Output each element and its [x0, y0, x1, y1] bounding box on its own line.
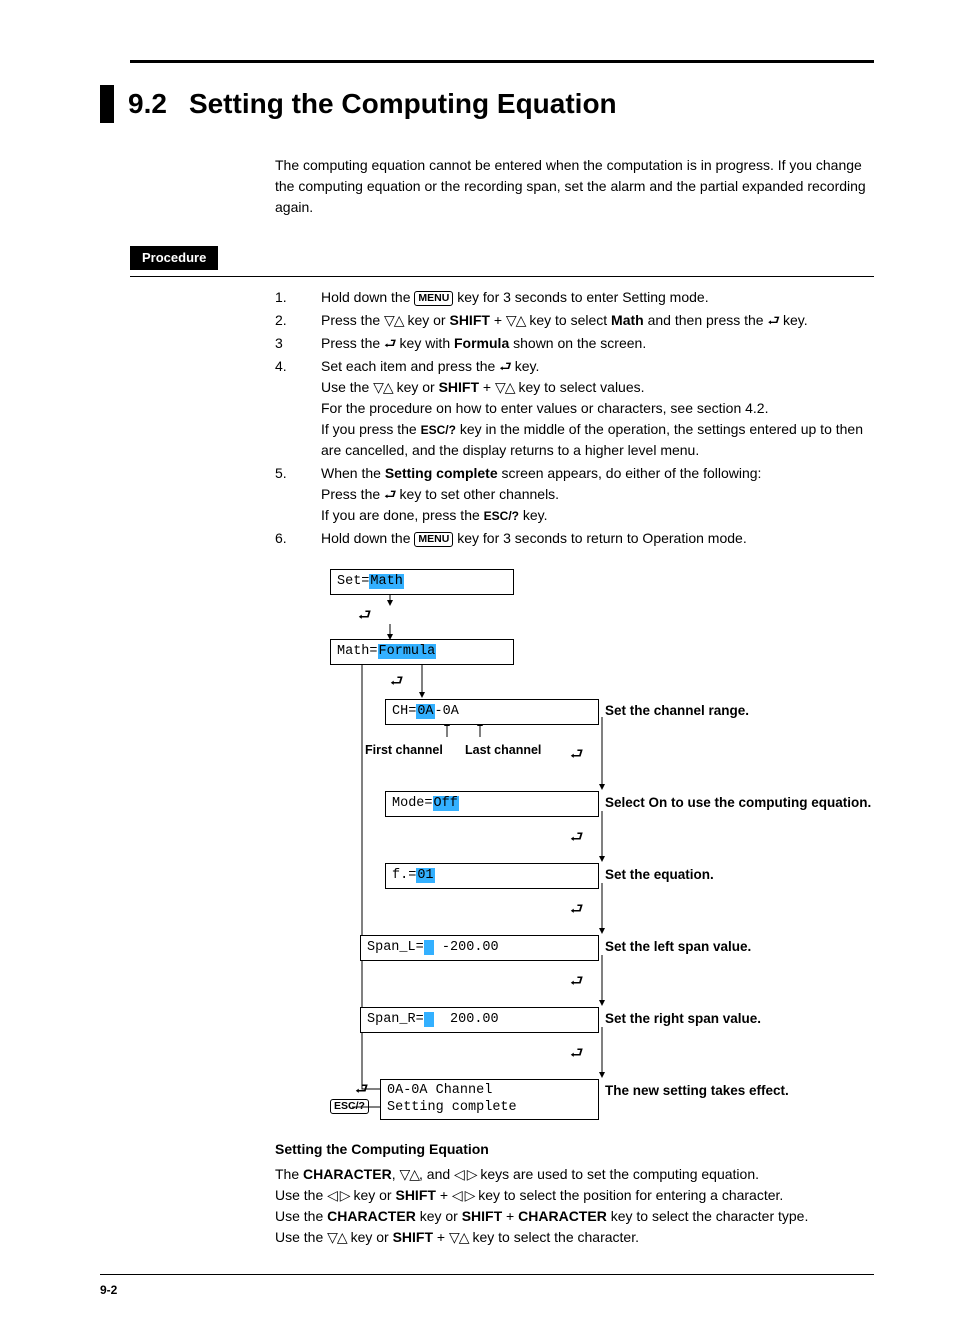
- updown-key-icon: ▽△: [506, 312, 526, 328]
- diagram-note-mode: Select On to use the computing equation.: [605, 793, 871, 813]
- procedure-rule: [130, 276, 874, 277]
- esc-key-icon: ESC/?: [330, 1099, 369, 1115]
- page-title: 9.2 Setting the Computing Equation: [100, 83, 874, 125]
- updown-key-icon: ▽△: [327, 1229, 347, 1245]
- leftright-key-icon: ◁ ▷: [452, 1187, 474, 1203]
- diagram-arrows: [230, 569, 874, 1129]
- updown-key-icon: ▽△: [384, 312, 404, 328]
- procedure-list: 1. Hold down the MENU key for 3 seconds …: [275, 287, 874, 549]
- enter-key-icon: ⮐: [384, 335, 396, 351]
- step-1: 1. Hold down the MENU key for 3 seconds …: [275, 287, 874, 308]
- enter-icon: ⮐: [570, 971, 584, 994]
- bottom-explanation: Setting the Computing Equation The CHARA…: [275, 1139, 874, 1248]
- diagram-note-ch: Set the channel range.: [605, 701, 749, 721]
- updown-key-icon: ▽△: [449, 1229, 469, 1245]
- enter-icon: ⮐: [570, 744, 584, 767]
- intro-paragraph: The computing equation cannot be entered…: [275, 155, 874, 218]
- page-footer: 9-2: [100, 1274, 874, 1299]
- top-rule: [130, 60, 874, 63]
- diagram-box-math: Math=Formula: [330, 639, 514, 665]
- menu-key-icon: MENU: [414, 532, 453, 548]
- updown-key-icon: ▽△: [495, 379, 515, 395]
- diagram-box-f: f.=01: [385, 863, 599, 889]
- bottom-line-1: The CHARACTER, ▽△, and ◁ ▷ keys are used…: [275, 1164, 874, 1185]
- diagram-box-complete: 0A-0A Channel Setting complete: [380, 1079, 599, 1120]
- leftright-key-icon: ◁ ▷: [327, 1187, 349, 1203]
- procedure-label: Procedure: [130, 246, 218, 270]
- section-bar-icon: [100, 85, 114, 123]
- esc-key-label: ESC/?: [421, 423, 456, 437]
- diagram-box-ch: CH=0A-0A: [385, 699, 599, 725]
- enter-icon: ⮐: [390, 671, 404, 694]
- bottom-line-4: Use the ▽△ key or SHIFT + ▽△ key to sele…: [275, 1227, 874, 1248]
- menu-key-icon: MENU: [414, 291, 453, 307]
- diagram-note-last-channel: Last channel: [465, 741, 541, 760]
- step-5: 5. When the Setting complete screen appe…: [275, 463, 874, 526]
- section-number: 9.2: [128, 83, 167, 125]
- enter-key-icon: ⮐: [499, 358, 511, 374]
- bottom-line-3: Use the CHARACTER key or SHIFT + CHARACT…: [275, 1206, 874, 1227]
- enter-icon: ⮐: [355, 1079, 369, 1102]
- enter-icon: ⮐: [570, 899, 584, 922]
- diagram-note-first-channel: First channel: [365, 741, 443, 760]
- step-3: 3 Press the ⮐ key with Formula shown on …: [275, 333, 874, 354]
- diagram-box-spanl: Span_L= -200.00: [360, 935, 599, 961]
- esc-key-label: ESC/?: [484, 509, 519, 523]
- diagram-note-done: The new setting takes effect.: [605, 1081, 789, 1101]
- updown-key-icon: ▽△: [373, 379, 393, 395]
- diagram-note-f: Set the equation.: [605, 865, 714, 885]
- bottom-heading: Setting the Computing Equation: [275, 1139, 874, 1160]
- diagram-box-set: Set=Math: [330, 569, 514, 595]
- diagram-note-spanr: Set the right span value.: [605, 1009, 761, 1029]
- leftright-key-icon: ◁ ▷: [454, 1166, 476, 1182]
- enter-icon: ⮐: [570, 1043, 584, 1066]
- enter-icon: ⮐: [358, 605, 372, 628]
- section-title: Setting the Computing Equation: [189, 83, 617, 125]
- flow-diagram: Set=Math ⮐ Math=Formula ⮐ CH=0A-0A Set t…: [230, 569, 874, 1129]
- diagram-box-spanr: Span_R= 200.00: [360, 1007, 599, 1033]
- bottom-line-2: Use the ◁ ▷ key or SHIFT + ◁ ▷ key to se…: [275, 1185, 874, 1206]
- enter-key-icon: ⮐: [767, 312, 779, 328]
- diagram-box-mode: Mode=Off: [385, 791, 599, 817]
- step-2: 2. Press the ▽△ key or SHIFT + ▽△ key to…: [275, 310, 874, 331]
- updown-key-icon: ▽△: [399, 1166, 419, 1182]
- diagram-note-spanl: Set the left span value.: [605, 937, 751, 957]
- step-4: 4. Set each item and press the ⮐ key. Us…: [275, 356, 874, 461]
- enter-icon: ⮐: [570, 827, 584, 850]
- enter-key-icon: ⮐: [384, 486, 396, 502]
- step-6: 6. Hold down the MENU key for 3 seconds …: [275, 528, 874, 549]
